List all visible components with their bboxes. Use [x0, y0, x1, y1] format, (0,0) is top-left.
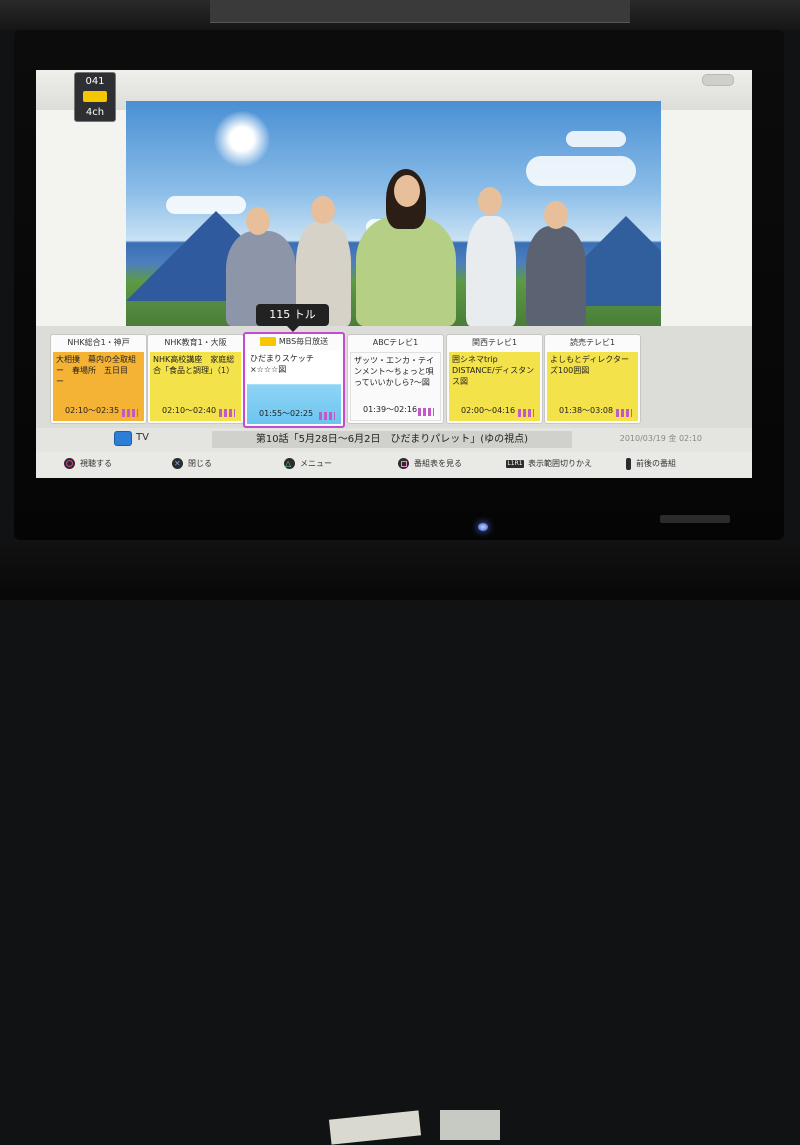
program-title: ザッツ・エンカ・テインメント～ちょっと唄っていいかしら?～図 [354, 356, 434, 387]
person-head [478, 187, 502, 215]
program-card-selected[interactable]: MBS毎日放送 ひだまりスケッチ×☆☆☆図 01:55～02:25 [243, 332, 345, 428]
program-card[interactable]: NHK教育1・大阪 NHK高校講座 家庭総合「食品と調理」（1） 02:10～0… [147, 334, 244, 424]
close-button[interactable] [702, 74, 734, 86]
program-card[interactable]: NHK総合1・神戸 大相撲 幕内の全取組 ー 春場所 五日目 ー 02:10～0… [50, 334, 147, 424]
program-info: よしもとディレクターズ100囲図 01:38～03:08 [547, 352, 638, 421]
program-title: 囲シネマtrip DISTANCE/ディスタンス図 [452, 355, 535, 386]
rating-bars-icon [616, 409, 632, 417]
rating-bars-icon [122, 409, 138, 417]
cross-button-icon [172, 457, 183, 471]
desk [0, 540, 800, 1145]
person-head [311, 196, 335, 224]
controller-hints: 視聴する 閉じる メニュー 番組表を見る L1R1 表示範囲切りかえ 前後の番組 [36, 452, 752, 478]
rating-bars-icon [219, 409, 235, 417]
square-button-icon [398, 458, 409, 469]
program-info: ザッツ・エンカ・テインメント～ちょっと唄っていいかしら?～図 01:39～02:… [350, 352, 441, 421]
program-time: 02:00～04:16 [461, 406, 516, 415]
program-title: よしもとディレクターズ100囲図 [550, 355, 629, 375]
close-hint-button[interactable]: 閉じる [172, 457, 212, 471]
watch-label: 視聴する [80, 459, 112, 468]
menu-label: メニュー [300, 459, 332, 468]
episode-title: 第10話「5月28日～6月2日 ひだまりパレット」(ゆの視点) [212, 431, 572, 448]
l1-r1-button-icon: L1R1 [506, 459, 524, 468]
video-preview[interactable] [126, 101, 661, 326]
program-time: 02:10～02:35 [65, 406, 120, 415]
program-card[interactable]: ABCテレビ1 ザッツ・エンカ・テインメント～ちょっと唄っていいかしら?～図 0… [347, 334, 444, 424]
program-info: 囲シネマtrip DISTANCE/ディスタンス図 02:00～04:16 [449, 352, 540, 421]
r1-label: R1 [514, 459, 523, 467]
card-channel-name: NHK総合1・神戸 [67, 338, 130, 347]
program-title: ひだまりスケッチ×☆☆☆図 [250, 354, 314, 374]
tv-label: TV [136, 432, 149, 443]
channel-logo-icon [259, 337, 276, 346]
program-title: NHK高校講座 家庭総合「食品と調理」（1） [153, 355, 235, 375]
person-figure [466, 216, 516, 326]
rating-bars-icon [518, 409, 534, 417]
datetime: 2010/03/19 金 02:10 [619, 434, 702, 443]
card-channel-name: 読売テレビ1 [569, 338, 616, 347]
program-title: 大相撲 幕内の全取組 ー 春場所 五日目 ー [56, 355, 144, 386]
program-time: 01:55～02:25 [259, 409, 314, 418]
person-head [246, 207, 270, 235]
prev-next-button[interactable]: 前後の番組 [626, 457, 676, 471]
channel-badge: 041 4ch [74, 72, 116, 122]
sun-image [214, 111, 270, 167]
tooltip: 115 トル [256, 304, 329, 332]
channel-number: 041 [85, 76, 105, 87]
monitor-brand-logo [660, 515, 730, 523]
rating-bars-icon [418, 408, 434, 416]
triangle-button-icon [284, 457, 295, 471]
program-card[interactable]: 読売テレビ1 よしもとディレクターズ100囲図 01:38～03:08 [544, 334, 641, 424]
program-time: 01:39～02:16 [363, 405, 418, 414]
program-info: 大相撲 幕内の全取組 ー 春場所 五日目 ー 02:10～02:35 [53, 352, 144, 421]
person-figure [356, 216, 456, 326]
close-label: 閉じる [188, 459, 212, 468]
info-bar: TV 第10話「5月28日～6月2日 ひだまりパレット」(ゆの視点) 2010/… [36, 428, 752, 452]
view-guide-label: 番組表を見る [414, 459, 462, 468]
menu-button[interactable]: メニュー [284, 457, 332, 471]
program-info: ひだまりスケッチ×☆☆☆図 01:55～02:25 [247, 351, 341, 424]
card-channel-name: NHK教育1・大阪 [164, 338, 227, 347]
watch-button[interactable]: 視聴する [64, 457, 112, 471]
person-figure [526, 226, 586, 326]
person-head [394, 175, 420, 207]
channel-label: 4ch [85, 107, 105, 118]
view-guide-button[interactable]: 番組表を見る [398, 457, 462, 471]
channel-logo-icon [83, 91, 107, 102]
program-time: 02:10～02:40 [162, 406, 217, 415]
card-channel-label: MBS毎日放送 [278, 337, 329, 346]
program-info: NHK高校講座 家庭総合「食品と調理」（1） 02:10～02:40 [150, 352, 241, 421]
card-channel-name: 関西テレビ1 [471, 338, 518, 347]
tv-screen: 041 4ch 115 トル NHK総合1・神戸 大相撲 幕内の全取組 ー 春場… [36, 70, 752, 478]
desk-box [328, 1110, 422, 1145]
rating-bars-icon [319, 412, 335, 420]
program-guide: 115 トル NHK総合1・神戸 大相撲 幕内の全取組 ー 春場所 五日目 ー … [36, 304, 752, 428]
person-head [544, 201, 568, 229]
background-shelf [210, 0, 630, 23]
crowd-image [196, 161, 596, 326]
background-wall [0, 0, 800, 30]
updown-button-icon [626, 457, 631, 470]
tv-icon [114, 431, 132, 446]
power-indicator-icon [478, 523, 488, 531]
program-card[interactable]: 関西テレビ1 囲シネマtrip DISTANCE/ディスタンス図 02:00～0… [446, 334, 543, 424]
prev-next-label: 前後の番組 [636, 459, 676, 468]
desk-box [440, 1110, 500, 1140]
card-channel-name: MBS毎日放送 [245, 334, 343, 350]
l1-label: L1 [507, 459, 515, 467]
program-time: 01:38～03:08 [559, 406, 614, 415]
switch-range-button[interactable]: L1R1 表示範囲切りかえ [506, 457, 592, 471]
card-channel-name: ABCテレビ1 [372, 338, 419, 347]
cloud-image [566, 131, 626, 147]
circle-button-icon [64, 458, 75, 469]
switch-range-label: 表示範囲切りかえ [528, 459, 592, 468]
